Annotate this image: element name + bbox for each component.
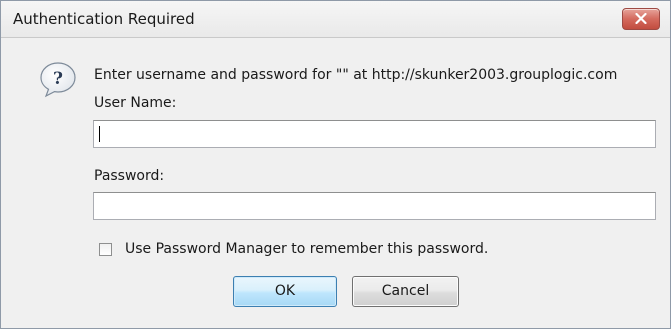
auth-dialog-window: Authentication Required ? Enter username…: [0, 0, 671, 329]
close-button[interactable]: [622, 8, 660, 30]
dialog-content: ? Enter username and password for "" at …: [1, 38, 670, 328]
username-input[interactable]: [93, 120, 656, 148]
remember-password-checkbox[interactable]: [99, 243, 112, 256]
ok-button[interactable]: OK: [233, 276, 337, 307]
svg-text:?: ?: [53, 69, 63, 89]
password-label: Password:: [94, 168, 165, 184]
cancel-button[interactable]: Cancel: [352, 276, 459, 307]
title-bar[interactable]: Authentication Required: [1, 1, 670, 38]
window-title: Authentication Required: [13, 10, 195, 28]
question-icon: ?: [40, 62, 76, 98]
text-caret: [99, 126, 100, 142]
auth-prompt-text: Enter username and password for "" at ht…: [94, 67, 618, 83]
username-label: User Name:: [94, 95, 177, 111]
password-input[interactable]: [93, 192, 656, 220]
close-icon: [635, 13, 647, 24]
remember-password-label[interactable]: Use Password Manager to remember this pa…: [125, 241, 488, 257]
